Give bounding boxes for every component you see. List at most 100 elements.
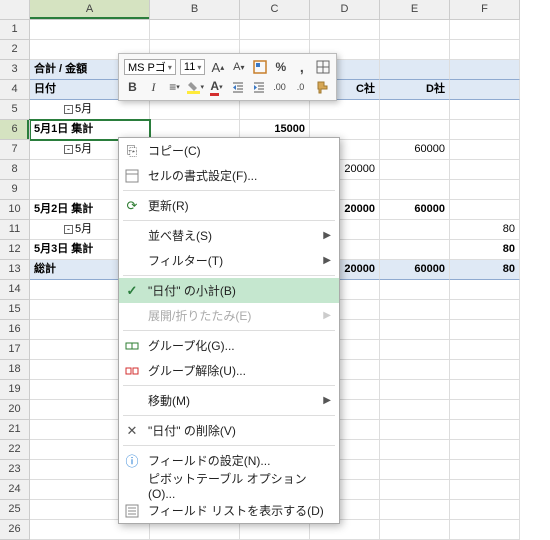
cell[interactable] <box>450 520 520 540</box>
cell[interactable] <box>150 100 240 120</box>
collapse-icon[interactable]: - <box>64 225 73 234</box>
menu-delete-field[interactable]: ✕"日付" の削除(V) <box>119 418 339 443</box>
row-header[interactable]: 20 <box>0 400 30 420</box>
col-header-D[interactable]: D <box>310 0 380 20</box>
cell[interactable] <box>380 280 450 300</box>
cell[interactable] <box>450 100 520 120</box>
cell[interactable] <box>380 60 450 80</box>
row-header[interactable]: 1 <box>0 20 30 40</box>
cell[interactable] <box>380 20 450 40</box>
cell[interactable] <box>450 460 520 480</box>
cell[interactable] <box>450 80 520 100</box>
cell[interactable] <box>450 400 520 420</box>
row-header[interactable]: 26 <box>0 520 30 540</box>
cell[interactable]: 60000 <box>380 200 450 220</box>
row-header[interactable]: 14 <box>0 280 30 300</box>
cell[interactable] <box>380 440 450 460</box>
row-header[interactable]: 17 <box>0 340 30 360</box>
collapse-icon[interactable]: - <box>64 145 73 154</box>
row-header[interactable]: 9 <box>0 180 30 200</box>
percent-button[interactable]: % <box>272 59 289 76</box>
cell[interactable]: 60000 <box>380 140 450 160</box>
cell[interactable] <box>380 360 450 380</box>
collapse-icon[interactable]: - <box>64 105 73 114</box>
cell[interactable]: 60000 <box>380 260 450 280</box>
cell[interactable] <box>380 520 450 540</box>
chevron-down-icon[interactable]: ▾ <box>168 63 172 72</box>
cell[interactable] <box>450 280 520 300</box>
pivot-col-label[interactable]: D社 <box>380 80 450 100</box>
cell[interactable] <box>450 500 520 520</box>
cell[interactable] <box>450 180 520 200</box>
cell[interactable] <box>380 320 450 340</box>
row-header[interactable]: 10 <box>0 200 30 220</box>
decrease-decimal-icon[interactable]: .0 <box>292 79 309 96</box>
font-size-input[interactable]: 11▾ <box>180 59 205 75</box>
cell[interactable] <box>450 160 520 180</box>
row-header[interactable]: 2 <box>0 40 30 60</box>
row-header[interactable]: 6 <box>0 120 30 140</box>
cell[interactable] <box>380 480 450 500</box>
font-color-button[interactable]: A▾ <box>208 79 225 96</box>
row-header[interactable]: 19 <box>0 380 30 400</box>
cell[interactable] <box>450 360 520 380</box>
row-header[interactable]: 5 <box>0 100 30 120</box>
cell[interactable] <box>380 340 450 360</box>
cell[interactable] <box>240 20 310 40</box>
cell[interactable] <box>450 60 520 80</box>
col-header-C[interactable]: C <box>240 0 310 20</box>
menu-format-cells[interactable]: セルの書式設定(F)... <box>119 163 339 188</box>
format-cells-icon[interactable] <box>251 59 268 76</box>
cell[interactable]: 80 <box>450 260 520 280</box>
format-painter-icon[interactable] <box>313 79 330 96</box>
fill-color-button[interactable]: ▾ <box>187 79 204 96</box>
row-header[interactable]: 16 <box>0 320 30 340</box>
cell[interactable] <box>450 20 520 40</box>
select-all-corner[interactable] <box>0 0 30 20</box>
cell[interactable] <box>450 340 520 360</box>
menu-ungroup[interactable]: グループ解除(U)... <box>119 358 339 383</box>
cell[interactable] <box>380 420 450 440</box>
cell[interactable] <box>450 380 520 400</box>
cell[interactable] <box>380 100 450 120</box>
menu-group[interactable]: グループ化(G)... <box>119 333 339 358</box>
outdent-icon[interactable] <box>229 79 246 96</box>
row-header[interactable]: 23 <box>0 460 30 480</box>
row-header[interactable]: 7 <box>0 140 30 160</box>
increase-decimal-icon[interactable]: .00 <box>271 79 288 96</box>
cell[interactable]: 80 <box>450 240 520 260</box>
row-header[interactable]: 13 <box>0 260 30 280</box>
cell[interactable] <box>30 20 150 40</box>
cell[interactable] <box>380 40 450 60</box>
cell[interactable] <box>450 140 520 160</box>
italic-button[interactable]: I <box>145 79 162 96</box>
comma-button[interactable]: , <box>293 59 310 76</box>
row-header[interactable]: 3 <box>0 60 30 80</box>
grow-font-button[interactable]: A▴ <box>209 59 226 76</box>
shrink-font-button[interactable]: A▾ <box>230 59 247 76</box>
menu-move[interactable]: 移動(M)▶ <box>119 388 339 413</box>
collapse-row[interactable]: -5月 <box>30 100 150 120</box>
cell[interactable] <box>380 180 450 200</box>
col-header-A[interactable]: A <box>30 0 150 20</box>
cell[interactable] <box>310 20 380 40</box>
cell[interactable] <box>380 460 450 480</box>
cell[interactable] <box>240 100 310 120</box>
col-header-F[interactable]: F <box>450 0 520 20</box>
cell[interactable] <box>380 120 450 140</box>
menu-filter[interactable]: フィルター(T)▶ <box>119 248 339 273</box>
row-header[interactable]: 4 <box>0 80 30 100</box>
cell[interactable] <box>450 420 520 440</box>
menu-pivot-options[interactable]: ピボットテーブル オプション(O)... <box>119 473 339 498</box>
menu-expand-collapse[interactable]: 展開/折りたたみ(E)▶ <box>119 303 339 328</box>
row-header[interactable]: 22 <box>0 440 30 460</box>
row-header[interactable]: 18 <box>0 360 30 380</box>
row-header[interactable]: 24 <box>0 480 30 500</box>
cell[interactable] <box>310 100 380 120</box>
align-button[interactable]: ≡▾ <box>166 79 183 96</box>
cell[interactable] <box>450 320 520 340</box>
font-name-input[interactable]: MS Pゴ▾ <box>124 59 176 75</box>
cell[interactable] <box>450 300 520 320</box>
cell[interactable] <box>380 240 450 260</box>
cell[interactable] <box>380 300 450 320</box>
